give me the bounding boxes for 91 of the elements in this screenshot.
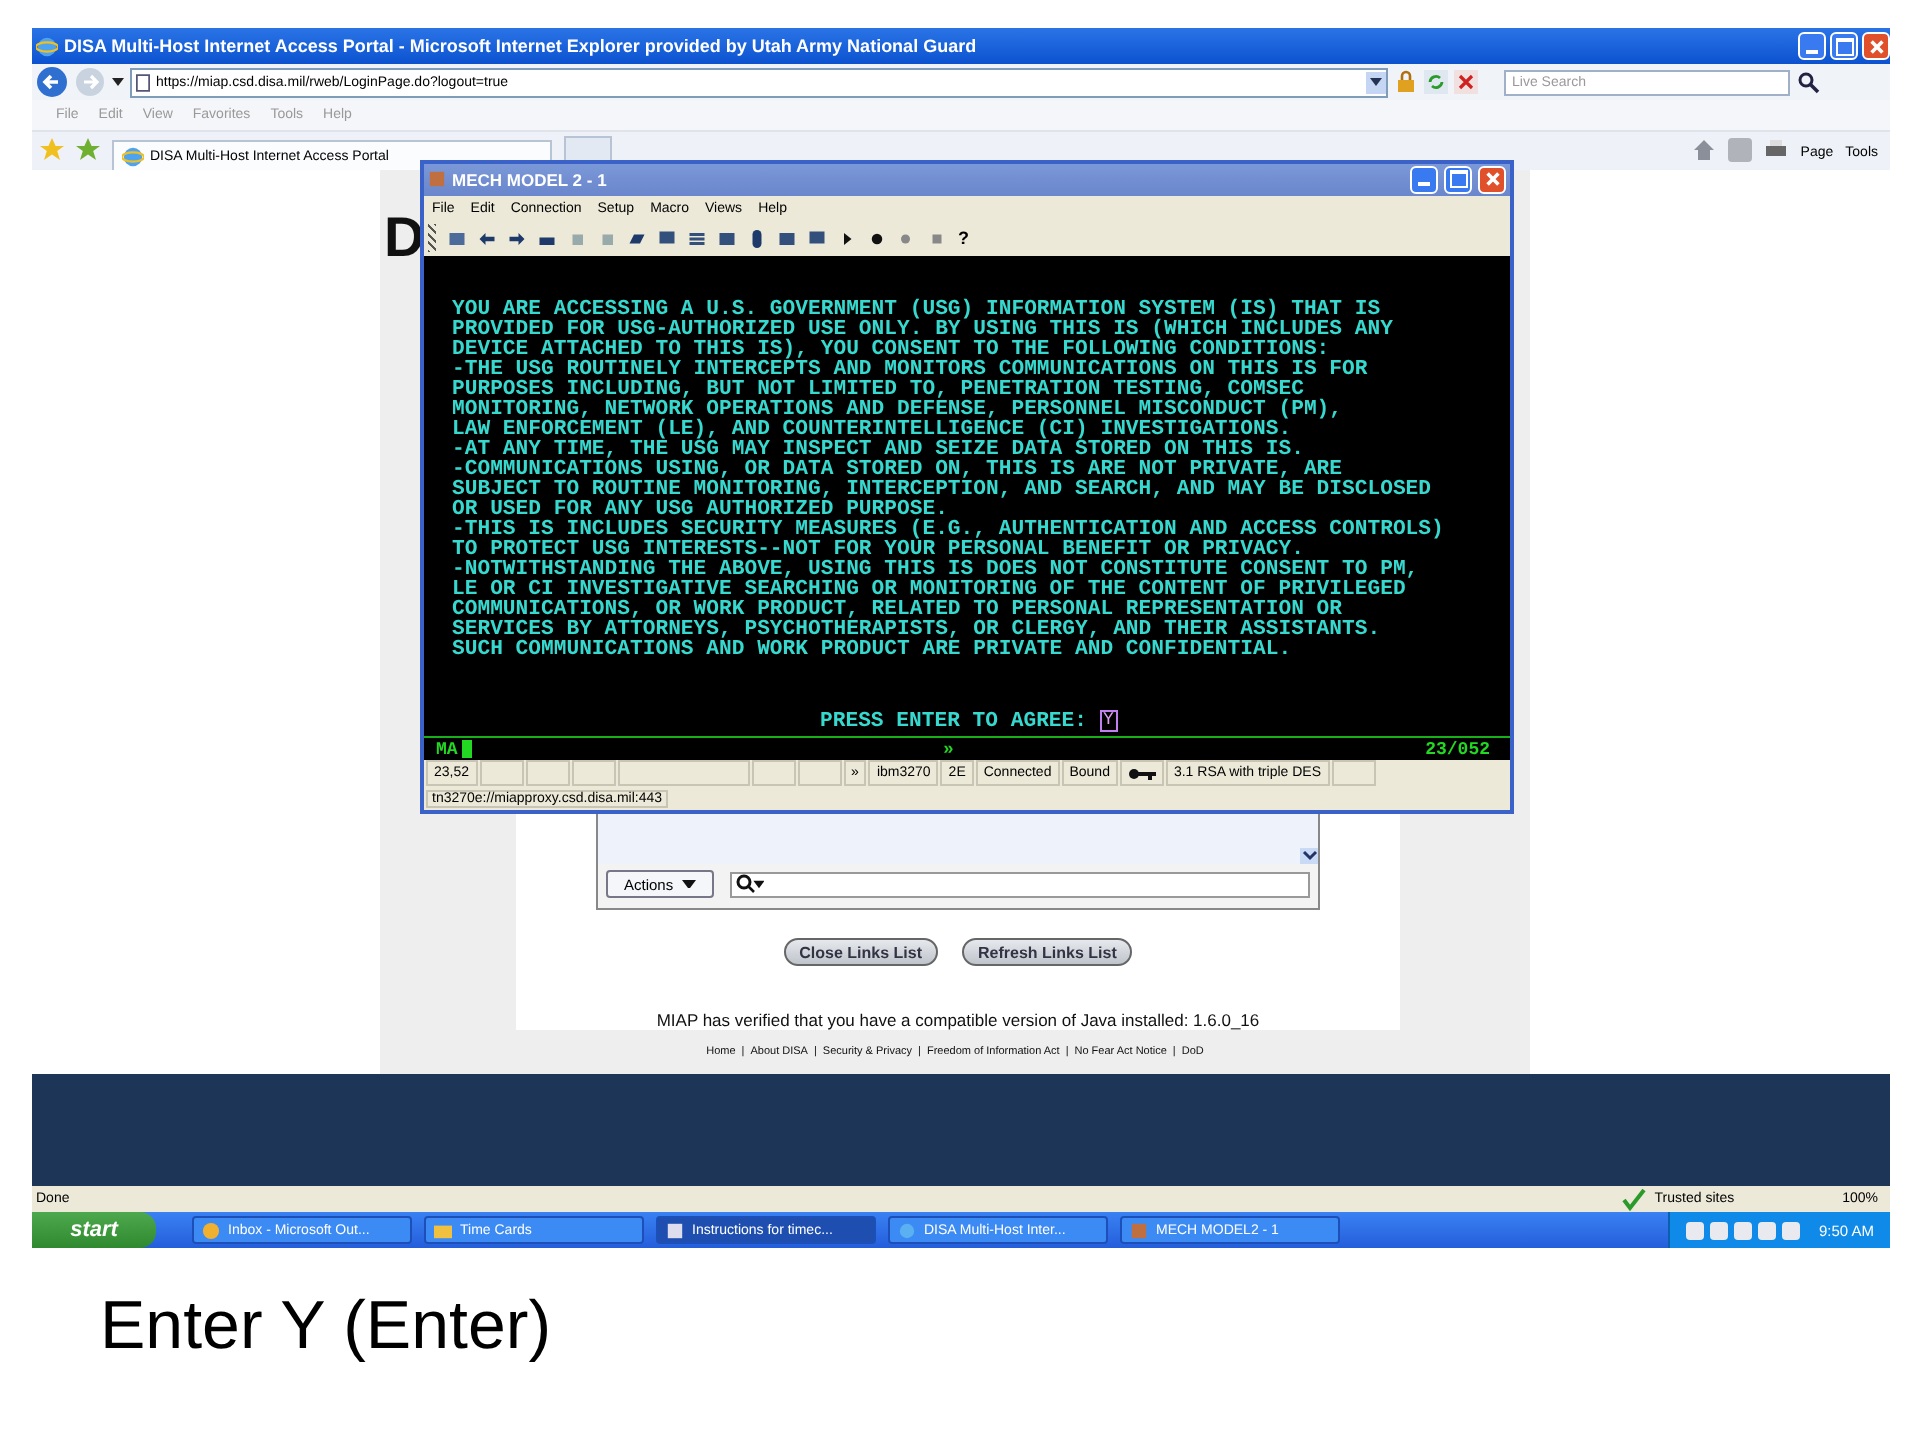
monitor-icon[interactable] [808, 229, 826, 248]
cursor-position: 23/052 [1425, 739, 1490, 760]
key-icon [1127, 767, 1156, 780]
close-icon [1483, 170, 1501, 189]
star-icon[interactable] [76, 138, 100, 162]
lock-icon [1394, 70, 1418, 94]
caret-icon [681, 879, 696, 889]
back-button[interactable] [36, 66, 68, 98]
terminal-line: SUCH COMMUNICATIONS AND WORK PRODUCT ARE PRIVATE AND CONFIDENTIAL. [452, 640, 1294, 661]
terminal-line: -AT ANY TIME, THE USG MAY INSPECT AND SEIZE DATA STORED ON THIS IS. [452, 440, 1304, 461]
terminal-line: LE OR CI INVESTIGATIVE SEARCHING OR MONITORING OF THE CONTENT OF PRIVILEGED [452, 580, 1408, 601]
mail-icon [202, 1221, 220, 1239]
terminal-line: LAW ENFORCEMENT (LE), AND COUNTERINTELLIGENCE (CI) INVESTIGATIONS. [452, 420, 1292, 441]
window-icon[interactable] [448, 229, 466, 248]
folder-icon [434, 1221, 452, 1239]
globe-icon [898, 1221, 916, 1239]
terminal-line: OR USED FOR ANY USG AUTHORIZED PURPOSE. [452, 500, 948, 521]
monitor-icon[interactable] [658, 229, 676, 248]
new-tab-button[interactable] [564, 136, 612, 162]
grid-icon[interactable] [718, 229, 736, 248]
printer-icon[interactable] [1764, 138, 1789, 162]
document-icon [666, 1221, 684, 1239]
filter-field[interactable] [729, 871, 1310, 897]
arrow-right-icon[interactable] [508, 229, 526, 248]
terminal-line: -NOTWITHSTANDING THE ABOVE, USING THIS IS DOES NOT CONSTITUTE CONSENT TO PM, [452, 560, 1421, 581]
status-cell [797, 760, 842, 787]
window-title: MECH MODEL 2 - 1 [452, 169, 607, 190]
terminal-line: PROVIDED FOR USG-AUTHORIZED USE ONLY. BY USING THIS IS (WHICH INCLUDES ANY [452, 320, 1395, 341]
caret-icon [1370, 78, 1382, 86]
status-cell [525, 760, 570, 787]
status-cell [1331, 760, 1375, 787]
terminal-line: SERVICES BY ATTORNEYS, PSYCHOTHERAPISTS, OR CLERGY, AND THEIR ASSISTANTS. [452, 620, 1383, 641]
java-message: MIAP has verified that you have a compatible version of Java installed: 1.6.0_16 [656, 1010, 1260, 1030]
grid-icon[interactable] [778, 229, 796, 248]
cursor-block [461, 740, 472, 759]
status-text: MA [436, 739, 458, 760]
dot-icon[interactable] [868, 229, 886, 248]
terminal-line: COMMUNICATIONS, OR WORK PRODUCT, RELATED TO PERSONAL REPRESENTATION OR [452, 600, 1343, 621]
terminal-line: -THIS IS INCLUDES SECURITY MEASURES (E.G., AUTHENTICATION AND ACCESS CONTROLS) [452, 520, 1446, 541]
help-button[interactable]: ? [958, 228, 969, 249]
status-cell [751, 760, 796, 787]
dropdown-button[interactable] [1366, 71, 1386, 93]
slide-caption: Enter Y (Enter) [100, 1288, 554, 1366]
logo-text: D [384, 206, 425, 270]
arrow-left-icon[interactable] [478, 229, 496, 248]
status-cell [479, 760, 524, 787]
app-icon [428, 170, 446, 189]
terminal-line: YOU ARE ACCESSING A U.S. GOVERNMENT (USG) INFORMATION SYSTEM (IS) THAT IS [452, 300, 1381, 321]
search-icon[interactable] [1796, 70, 1820, 94]
search-icon [735, 874, 764, 894]
home-icon[interactable] [1692, 138, 1717, 162]
globe-icon [122, 145, 144, 167]
close-button[interactable] [1862, 32, 1890, 60]
minimize-button[interactable] [1798, 32, 1826, 60]
mouse-icon[interactable] [748, 229, 766, 248]
links-button[interactable]: Close Links List [783, 938, 938, 966]
start-button[interactable]: start [32, 1212, 156, 1248]
refresh-icon[interactable] [1424, 70, 1448, 94]
restore-button[interactable] [1830, 32, 1858, 60]
prompt-text: PRESS ENTER TO AGREE: [820, 711, 1088, 732]
links-button[interactable]: Refresh Links List [962, 938, 1133, 966]
scroll-down-button[interactable] [1300, 848, 1318, 864]
status-cell [571, 760, 616, 787]
status-text: » [943, 739, 954, 760]
star-icon[interactable] [40, 138, 64, 162]
dots-icon[interactable] [898, 229, 916, 248]
square-icon[interactable] [928, 229, 946, 248]
terminal-line: PURPOSES INCLUDING, BUT NOT LIMITED TO, PENETRATION TESTING, COMSEC [452, 380, 1304, 401]
lines-icon[interactable] [688, 229, 706, 248]
minimize-button[interactable] [1410, 165, 1438, 194]
input-field[interactable]: Y [1099, 710, 1118, 733]
app-icon [1130, 1221, 1148, 1239]
folder-icon[interactable] [628, 229, 646, 248]
stop-icon[interactable] [1454, 70, 1478, 94]
terminal-line: DEVICE ATTACHED TO THIS IS), YOU CONSENT TO THE FOLLOWING CONDITIONS: [452, 340, 1331, 361]
maximize-button[interactable] [1444, 165, 1472, 194]
terminal-line: MONITORING, NETWORK OPERATIONS AND DEFENSE, PERSONNEL MISCONDUCT (PM), [452, 400, 1345, 421]
checkmark-icon [1622, 1187, 1647, 1211]
window-title: DISA Multi-Host Internet Access Portal - Microsoft Internet Explorer provided by Utah Army National Guard [64, 36, 979, 56]
status-cell [617, 760, 750, 787]
page-icon [136, 73, 150, 91]
terminal-line: TO PROTECT USG INTERESTS--NOT FOR YOUR PERSONAL BENEFIT OR PRIVACY. [452, 540, 1304, 561]
terminal-line: -THE USG ROUTINELY INTERCEPTS AND MONITORS COMMUNICATIONS ON THIS IS FOR [452, 360, 1370, 381]
terminal-line: -COMMUNICATIONS USING, OR DATA STORED ON, THIS IS ARE NOT PRIVATE, ARE [452, 460, 1343, 481]
globe-icon [36, 35, 58, 57]
close-button[interactable] [1478, 165, 1506, 194]
caret-icon[interactable] [112, 78, 124, 86]
terminal-line: SUBJECT TO ROUTINE MONITORING, INTERCEPTION, AND SEARCH, AND MAY BE DISCLOSED [452, 480, 1434, 501]
close-icon [1867, 37, 1885, 55]
chevron-down-icon [1301, 850, 1317, 862]
play-icon[interactable] [838, 229, 856, 248]
